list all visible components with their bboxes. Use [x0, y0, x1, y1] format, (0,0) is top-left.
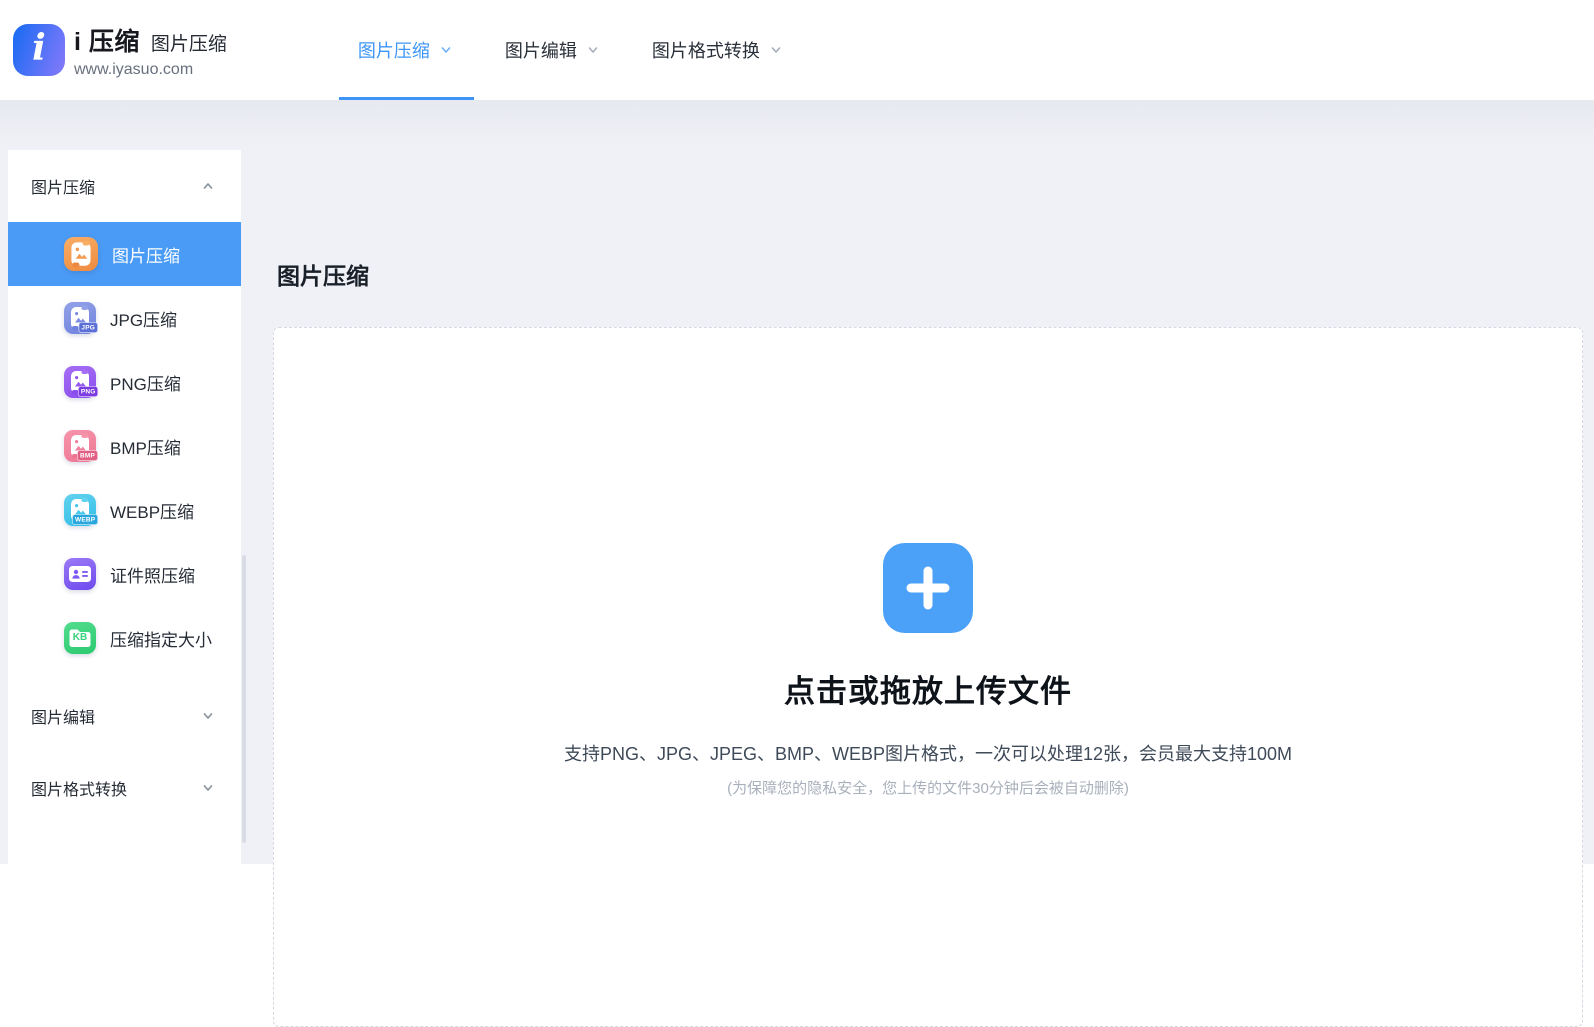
format-badge: BMP — [77, 450, 98, 461]
brand-name: i 压缩 — [74, 22, 140, 58]
sidebar-item-image-compress[interactable]: 图片压缩 — [8, 222, 241, 286]
brand-domain: www.iyasuo.com — [74, 61, 227, 79]
image-compress-icon: PNG — [64, 366, 96, 398]
brand-logo-icon: i — [13, 24, 65, 76]
top-header: i i 压缩 图片压缩 www.iyasuo.com 图片压缩 图片编辑 图片格… — [0, 0, 1594, 100]
sidebar-item-label: 图片压缩 — [112, 242, 180, 267]
brand-logo[interactable]: i i 压缩 图片压缩 www.iyasuo.com — [13, 22, 227, 79]
section-label: 图片格式转换 — [31, 776, 127, 800]
sidebar: 图片压缩 图片压缩 — [8, 150, 241, 864]
chevron-up-icon — [201, 179, 215, 193]
sidebar-item-label: PNG压缩 — [110, 370, 181, 395]
chevron-down-icon — [201, 781, 215, 795]
upload-title: 点击或拖放上传文件 — [784, 666, 1072, 711]
sidebar-item-label: JPG压缩 — [110, 306, 177, 331]
nav-item-label: 图片编辑 — [505, 37, 577, 63]
format-badge: WEBP — [72, 514, 98, 525]
nav-item-image-edit[interactable]: 图片编辑 — [479, 0, 626, 100]
page-background: 图片压缩 图片压缩 — [0, 100, 1594, 864]
upload-plus-button[interactable] — [883, 543, 973, 633]
sidebar-item-label: 证件照压缩 — [110, 562, 195, 587]
top-nav: 图片压缩 图片编辑 图片格式转换 — [332, 0, 809, 100]
image-compress-icon: WEBP — [64, 494, 96, 526]
nav-item-format-convert[interactable]: 图片格式转换 — [626, 0, 809, 100]
sidebar-item-compress-to-size[interactable]: KB 压缩指定大小 — [8, 606, 241, 670]
sidebar-item-jpg-compress[interactable]: JPG JPG压缩 — [8, 286, 241, 350]
sidebar-item-label: 压缩指定大小 — [110, 626, 212, 651]
sidebar-item-webp-compress[interactable]: WEBP WEBP压缩 — [8, 478, 241, 542]
section-label: 图片压缩 — [31, 174, 95, 198]
sidebar-item-idphoto-compress[interactable]: 证件照压缩 — [8, 542, 241, 606]
sidebar-item-label: WEBP压缩 — [110, 498, 194, 523]
kb-folder-icon: KB — [64, 622, 96, 654]
image-compress-icon: BMP — [64, 430, 96, 462]
kb-badge: KB — [64, 633, 96, 643]
chevron-down-icon — [201, 709, 215, 723]
brand-product: 图片压缩 — [151, 29, 227, 56]
sidebar-item-bmp-compress[interactable]: BMP BMP压缩 — [8, 414, 241, 478]
sidebar-section-image-edit[interactable]: 图片编辑 — [8, 680, 241, 752]
upload-dropzone[interactable]: 点击或拖放上传文件 支持PNG、JPG、JPEG、BMP、WEBP图片格式，一次… — [273, 327, 1583, 1027]
plus-icon — [904, 564, 952, 612]
section-label: 图片编辑 — [31, 704, 95, 728]
chevron-down-icon — [769, 43, 783, 57]
chevron-down-icon — [439, 43, 453, 57]
sidebar-section-image-compress[interactable]: 图片压缩 — [8, 150, 241, 222]
chevron-down-icon — [586, 43, 600, 57]
sidebar-scrollbar[interactable] — [242, 555, 246, 843]
sidebar-item-png-compress[interactable]: PNG PNG压缩 — [8, 350, 241, 414]
brand-text: i 压缩 图片压缩 www.iyasuo.com — [74, 22, 227, 79]
nav-item-label: 图片压缩 — [358, 37, 430, 63]
format-badge: JPG — [79, 322, 98, 333]
nav-item-image-compress[interactable]: 图片压缩 — [332, 0, 479, 100]
image-compress-icon: JPG — [64, 302, 96, 334]
upload-privacy-text: (为保障您的隐私安全，您上传的文件30分钟后会被自动删除) — [727, 777, 1129, 798]
format-badge: PNG — [78, 386, 98, 397]
id-card-icon — [64, 558, 96, 590]
image-compress-icon — [64, 237, 98, 271]
sidebar-section-format-convert[interactable]: 图片格式转换 — [8, 752, 241, 824]
sidebar-item-label: BMP压缩 — [110, 434, 181, 459]
page-title: 图片压缩 — [277, 257, 369, 291]
logo-i-mark: i — [32, 30, 46, 70]
upload-support-text: 支持PNG、JPG、JPEG、BMP、WEBP图片格式，一次可以处理12张，会员… — [564, 740, 1292, 766]
nav-item-label: 图片格式转换 — [652, 37, 760, 63]
